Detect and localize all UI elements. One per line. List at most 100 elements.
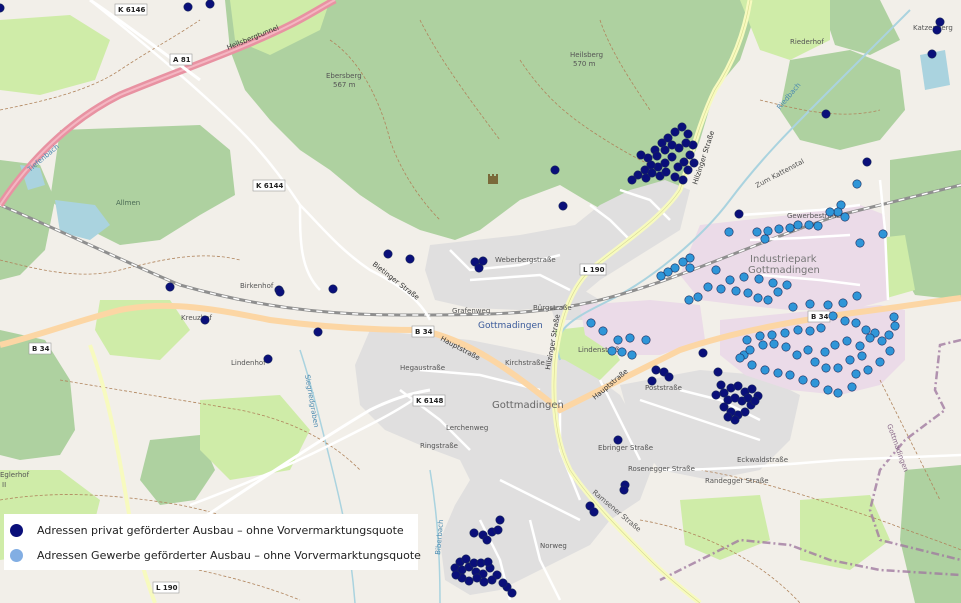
commercial-address-marker[interactable] — [780, 328, 790, 338]
private-address-marker[interactable] — [472, 573, 482, 583]
commercial-address-marker[interactable] — [774, 224, 784, 234]
private-address-marker[interactable] — [613, 435, 623, 445]
private-address-marker[interactable] — [667, 152, 677, 162]
map-canvas[interactable]: K 6146 Heilsbergtunnel A 81 Ebersberg 56… — [0, 0, 961, 603]
private-address-marker[interactable] — [651, 365, 661, 375]
commercial-address-marker[interactable] — [863, 365, 873, 375]
private-address-marker[interactable] — [698, 348, 708, 358]
commercial-address-marker[interactable] — [703, 282, 713, 292]
commercial-address-marker[interactable] — [788, 302, 798, 312]
private-address-marker[interactable] — [660, 145, 670, 155]
commercial-address-marker[interactable] — [803, 345, 813, 355]
commercial-address-marker[interactable] — [878, 229, 888, 239]
private-address-marker[interactable] — [461, 554, 471, 564]
private-address-marker[interactable] — [661, 167, 671, 177]
commercial-address-marker[interactable] — [641, 335, 651, 345]
commercial-address-marker[interactable] — [754, 274, 764, 284]
private-address-marker[interactable] — [750, 396, 760, 406]
commercial-address-marker[interactable] — [745, 345, 755, 355]
commercial-address-marker[interactable] — [855, 238, 865, 248]
private-address-marker[interactable] — [483, 557, 493, 567]
private-address-marker[interactable] — [716, 380, 726, 390]
private-address-marker[interactable] — [821, 109, 831, 119]
commercial-address-marker[interactable] — [833, 207, 843, 217]
private-address-marker[interactable] — [670, 127, 680, 137]
private-address-marker[interactable] — [673, 162, 683, 172]
commercial-address-marker[interactable] — [833, 388, 843, 398]
private-address-marker[interactable] — [670, 172, 680, 182]
commercial-address-marker[interactable] — [767, 330, 777, 340]
commercial-address-marker[interactable] — [656, 271, 666, 281]
commercial-address-marker[interactable] — [773, 287, 783, 297]
commercial-address-marker[interactable] — [820, 347, 830, 357]
private-address-marker[interactable] — [498, 578, 508, 588]
commercial-address-marker[interactable] — [607, 346, 617, 356]
commercial-address-marker[interactable] — [685, 263, 695, 273]
private-address-marker[interactable] — [683, 129, 693, 139]
commercial-address-marker[interactable] — [760, 234, 770, 244]
commercial-address-marker[interactable] — [763, 226, 773, 236]
private-address-marker[interactable] — [678, 175, 688, 185]
commercial-address-marker[interactable] — [865, 333, 875, 343]
private-address-marker[interactable] — [733, 381, 743, 391]
commercial-address-marker[interactable] — [763, 295, 773, 305]
private-address-marker[interactable] — [205, 0, 215, 9]
private-address-marker[interactable] — [747, 384, 757, 394]
private-address-marker[interactable] — [647, 376, 657, 386]
commercial-address-marker[interactable] — [885, 346, 895, 356]
commercial-address-marker[interactable] — [735, 353, 745, 363]
private-address-marker[interactable] — [451, 570, 461, 580]
private-address-marker[interactable] — [667, 140, 677, 150]
commercial-address-marker[interactable] — [725, 275, 735, 285]
commercial-address-marker[interactable] — [825, 207, 835, 217]
commercial-address-marker[interactable] — [724, 227, 734, 237]
private-address-marker[interactable] — [507, 588, 517, 598]
commercial-address-marker[interactable] — [851, 369, 861, 379]
commercial-address-marker[interactable] — [627, 350, 637, 360]
private-address-marker[interactable] — [558, 201, 568, 211]
private-address-marker[interactable] — [405, 254, 415, 264]
private-address-marker[interactable] — [664, 372, 674, 382]
commercial-address-marker[interactable] — [830, 340, 840, 350]
commercial-address-marker[interactable] — [742, 335, 752, 345]
private-address-marker[interactable] — [619, 485, 629, 495]
commercial-address-marker[interactable] — [711, 265, 721, 275]
private-address-marker[interactable] — [677, 122, 687, 132]
private-address-marker[interactable] — [681, 138, 691, 148]
commercial-address-marker[interactable] — [793, 325, 803, 335]
commercial-address-marker[interactable] — [739, 272, 749, 282]
commercial-address-marker[interactable] — [805, 299, 815, 309]
private-address-marker[interactable] — [932, 25, 942, 35]
commercial-address-marker[interactable] — [877, 336, 887, 346]
commercial-address-marker[interactable] — [852, 291, 862, 301]
commercial-address-marker[interactable] — [810, 378, 820, 388]
private-address-marker[interactable] — [482, 535, 492, 545]
private-address-marker[interactable] — [647, 168, 657, 178]
commercial-address-marker[interactable] — [823, 385, 833, 395]
private-address-marker[interactable] — [713, 367, 723, 377]
commercial-address-marker[interactable] — [823, 300, 833, 310]
private-address-marker[interactable] — [652, 151, 662, 161]
commercial-address-marker[interactable] — [889, 312, 899, 322]
commercial-address-marker[interactable] — [813, 221, 823, 231]
commercial-address-marker[interactable] — [840, 212, 850, 222]
private-address-marker[interactable] — [275, 287, 285, 297]
commercial-address-marker[interactable] — [798, 375, 808, 385]
commercial-address-marker[interactable] — [793, 220, 803, 230]
commercial-address-marker[interactable] — [828, 311, 838, 321]
commercial-address-marker[interactable] — [617, 347, 627, 357]
commercial-address-marker[interactable] — [805, 326, 815, 336]
commercial-address-marker[interactable] — [833, 363, 843, 373]
commercial-address-marker[interactable] — [842, 336, 852, 346]
private-address-marker[interactable] — [493, 525, 503, 535]
commercial-address-marker[interactable] — [758, 340, 768, 350]
commercial-address-marker[interactable] — [816, 323, 826, 333]
private-address-marker[interactable] — [627, 175, 637, 185]
private-address-marker[interactable] — [183, 2, 193, 12]
private-address-marker[interactable] — [734, 209, 744, 219]
commercial-address-marker[interactable] — [684, 295, 694, 305]
private-address-marker[interactable] — [711, 390, 721, 400]
private-address-marker[interactable] — [685, 150, 695, 160]
commercial-address-marker[interactable] — [821, 363, 831, 373]
private-address-marker[interactable] — [495, 515, 505, 525]
